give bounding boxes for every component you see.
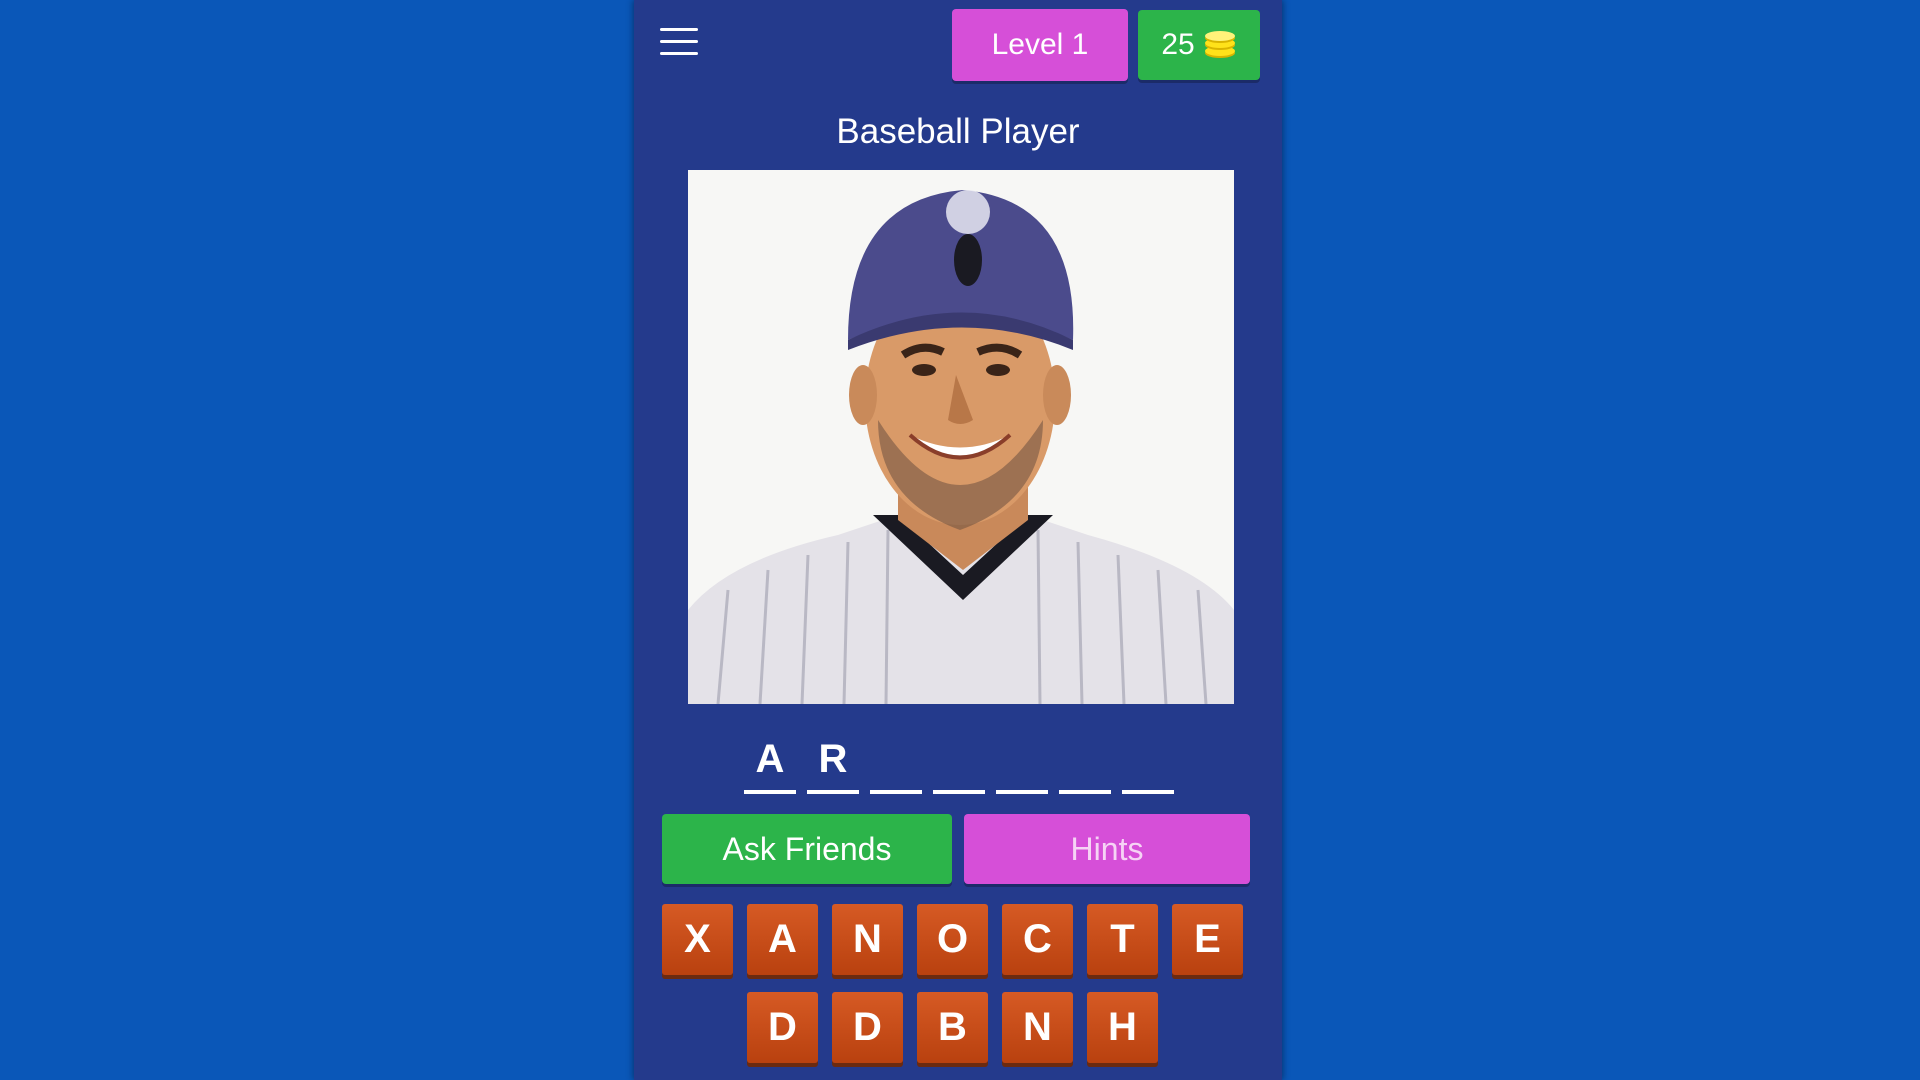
letter-tile[interactable]: D [747, 992, 818, 1063]
answer-slot[interactable] [1059, 730, 1111, 794]
letter-keyboard-row-2: D D B N H [747, 992, 1158, 1063]
answer-slot[interactable] [870, 730, 922, 794]
letter-tile[interactable]: N [832, 904, 903, 975]
answer-slot[interactable] [996, 730, 1048, 794]
answer-slot[interactable] [933, 730, 985, 794]
letter-tile[interactable]: B [917, 992, 988, 1063]
letter-tile[interactable]: E [1172, 904, 1243, 975]
letter-tile[interactable]: X [662, 904, 733, 975]
letter-tile[interactable]: C [1002, 904, 1073, 975]
letter-keyboard-row-1: X A N O C T E [662, 904, 1243, 975]
hints-button[interactable]: Hints [964, 814, 1250, 884]
hamburger-menu-icon[interactable] [660, 28, 698, 60]
level-badge: Level 1 [952, 9, 1128, 81]
game-screen: Level 1 25 Baseball Player A R Ask Frien… [634, 0, 1282, 1080]
answer-slot[interactable] [1122, 730, 1174, 794]
player-portrait [688, 170, 1234, 704]
answer-slot[interactable]: R [807, 730, 859, 794]
letter-tile[interactable]: A [747, 904, 818, 975]
level-label: Level 1 [991, 28, 1089, 61]
letter-tile[interactable]: O [917, 904, 988, 975]
coins-badge[interactable]: 25 [1138, 10, 1260, 80]
letter-tile[interactable]: D [832, 992, 903, 1063]
letter-tile[interactable]: T [1087, 904, 1158, 975]
coin-count: 25 [1161, 28, 1195, 61]
letter-tile[interactable]: H [1087, 992, 1158, 1063]
answer-slots: A R [744, 730, 1174, 794]
answer-slot[interactable]: A [744, 730, 796, 794]
letter-tile[interactable]: N [1002, 992, 1073, 1063]
category-title: Baseball Player [836, 112, 1080, 151]
ask-friends-button[interactable]: Ask Friends [662, 814, 952, 884]
coin-stack-icon [1204, 31, 1235, 58]
player-portrait-image [688, 170, 1234, 704]
